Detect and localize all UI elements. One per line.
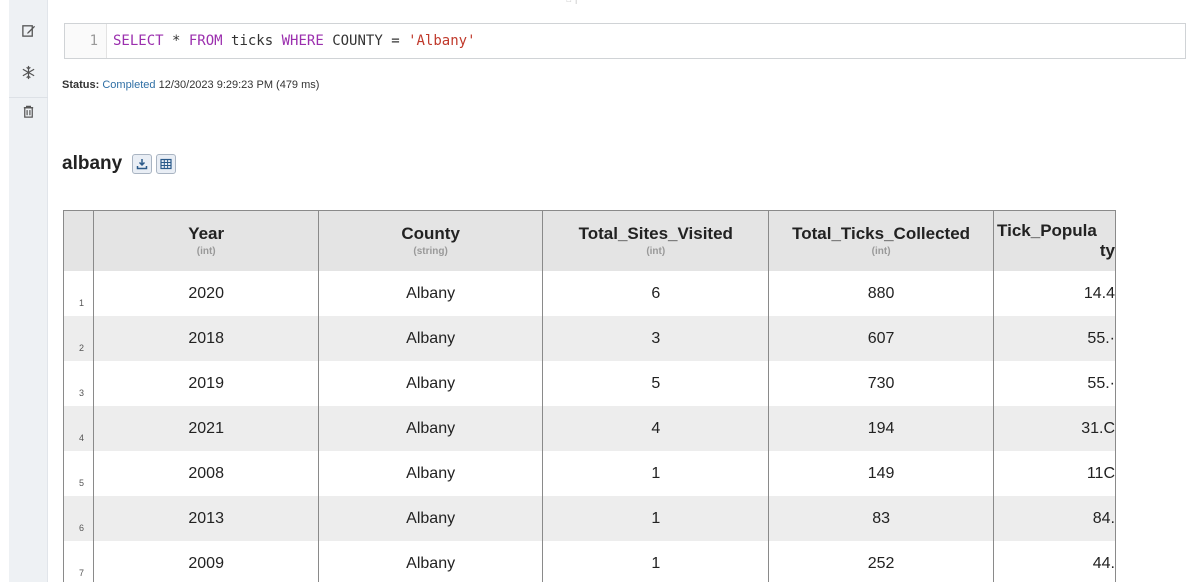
cell-total-ticks-collected: 194 [768, 406, 995, 451]
line-number: 1 [65, 24, 107, 58]
cell-county: Albany [318, 271, 544, 316]
cell-county: Albany [318, 316, 544, 361]
status-timestamp: 12/30/2023 9:29:23 PM (479 ms) [158, 79, 320, 91]
side-toolbar [9, 0, 48, 582]
cell-year: 2009 [93, 541, 319, 582]
hidden-tab-indicator: ⌂ | [566, 0, 610, 5]
edit-icon [22, 24, 36, 37]
cell-total-ticks-collected: 149 [768, 451, 995, 496]
table-header-row: Year (int) County (string) Total_Sites_V… [64, 211, 1116, 271]
table-row[interactable]: 6 2013 Albany 1 83 84. [64, 496, 1116, 541]
cell-county: Albany [318, 451, 544, 496]
column-header-total-sites-visited[interactable]: Total_Sites_Visited (int) [542, 211, 770, 271]
sql-table: ticks [222, 33, 282, 49]
freeze-button[interactable] [9, 58, 48, 86]
cell-tick-population: 84. [993, 496, 1116, 541]
table-row[interactable]: 2 2018 Albany 3 607 55.· [64, 316, 1116, 361]
sql-keyword-select: SELECT [113, 33, 164, 49]
cell-tick-population: 55.· [993, 361, 1116, 406]
cell-year: 2018 [93, 316, 319, 361]
cell-total-sites-visited: 3 [542, 316, 770, 361]
edit-button[interactable] [9, 16, 48, 44]
trash-icon [23, 105, 34, 118]
cell-tick-population: 11C [993, 451, 1116, 496]
cell-year: 2008 [93, 451, 319, 496]
cell-year: 2013 [93, 496, 319, 541]
row-number-cell: 1 [64, 271, 95, 316]
sql-query[interactable]: SELECT * FROM ticks WHERE COUNTY = 'Alba… [107, 33, 476, 49]
result-name: albany [62, 153, 123, 174]
download-icon [136, 159, 148, 170]
column-header-county[interactable]: County (string) [318, 211, 544, 271]
cell-year: 2021 [93, 406, 319, 451]
sql-condition: COUNTY = [323, 33, 409, 49]
cell-year: 2019 [93, 361, 319, 406]
status-label: Status: [62, 79, 100, 91]
row-number-cell: 4 [64, 406, 95, 451]
cell-total-sites-visited: 5 [542, 361, 770, 406]
row-number-cell: 3 [64, 361, 95, 406]
cell-tick-population: 14.4 [993, 271, 1116, 316]
row-number-cell: 7 [64, 541, 95, 582]
cell-total-ticks-collected: 607 [768, 316, 995, 361]
cell-total-sites-visited: 1 [542, 541, 770, 582]
row-number-cell: 2 [64, 316, 95, 361]
table-row[interactable]: 3 2019 Albany 5 730 55.· [64, 361, 1116, 406]
table-row[interactable]: 5 2008 Albany 1 149 11C [64, 451, 1116, 496]
sql-star: * [163, 33, 189, 49]
cell-total-sites-visited: 6 [542, 271, 770, 316]
cell-county: Albany [318, 496, 544, 541]
cell-year: 2020 [93, 271, 319, 316]
sql-keyword-where: WHERE [281, 33, 324, 49]
cell-total-sites-visited: 4 [542, 406, 770, 451]
cell-tick-population: 44. [993, 541, 1116, 582]
row-number-cell: 5 [64, 451, 95, 496]
query-status: Status: Completed 12/30/2023 9:29:23 PM … [62, 79, 319, 91]
sql-keyword-from: FROM [188, 33, 223, 49]
cell-total-ticks-collected: 83 [768, 496, 995, 541]
cell-county: Albany [318, 406, 544, 451]
column-header-tick-population[interactable]: Tick_Popula ty [993, 211, 1116, 271]
cell-total-ticks-collected: 880 [768, 271, 995, 316]
table-row[interactable]: 4 2021 Albany 4 194 31.C [64, 406, 1116, 451]
results-table-container[interactable]: Year (int) County (string) Total_Sites_V… [63, 210, 1116, 582]
table-view-button[interactable] [156, 154, 177, 174]
column-header-total-ticks-collected[interactable]: Total_Ticks_Collected (int) [768, 211, 995, 271]
sql-editor[interactable]: 1 SELECT * FROM ticks WHERE COUNTY = 'Al… [64, 23, 1186, 59]
download-button[interactable] [132, 154, 153, 174]
status-state: Completed [102, 79, 156, 91]
cell-tick-population: 55.· [993, 316, 1116, 361]
result-header: albany [62, 153, 180, 175]
table-grid-icon [160, 158, 172, 170]
sql-string-value: 'Albany' [408, 33, 476, 49]
results-table: Year (int) County (string) Total_Sites_V… [64, 211, 1116, 582]
table-body: 1 2020 Albany 6 880 14.4 2 2018 Albany 3 607 55.· 3 2… [64, 271, 1116, 582]
table-row[interactable]: 1 2020 Albany 6 880 14.4 [64, 271, 1116, 316]
cell-county: Albany [318, 361, 544, 406]
cell-tick-population: 31.C [993, 406, 1116, 451]
snowflake-icon [22, 65, 35, 79]
table-row[interactable]: 7 2009 Albany 1 252 44. [64, 541, 1116, 582]
cell-total-sites-visited: 1 [542, 496, 770, 541]
cell-total-ticks-collected: 252 [768, 541, 995, 582]
cell-total-ticks-collected: 730 [768, 361, 995, 406]
cell-total-sites-visited: 1 [542, 451, 770, 496]
column-header-year[interactable]: Year (int) [93, 211, 319, 271]
row-number-header [64, 211, 95, 271]
row-number-cell: 6 [64, 496, 95, 541]
delete-button[interactable] [9, 97, 48, 125]
cell-county: Albany [318, 541, 544, 582]
